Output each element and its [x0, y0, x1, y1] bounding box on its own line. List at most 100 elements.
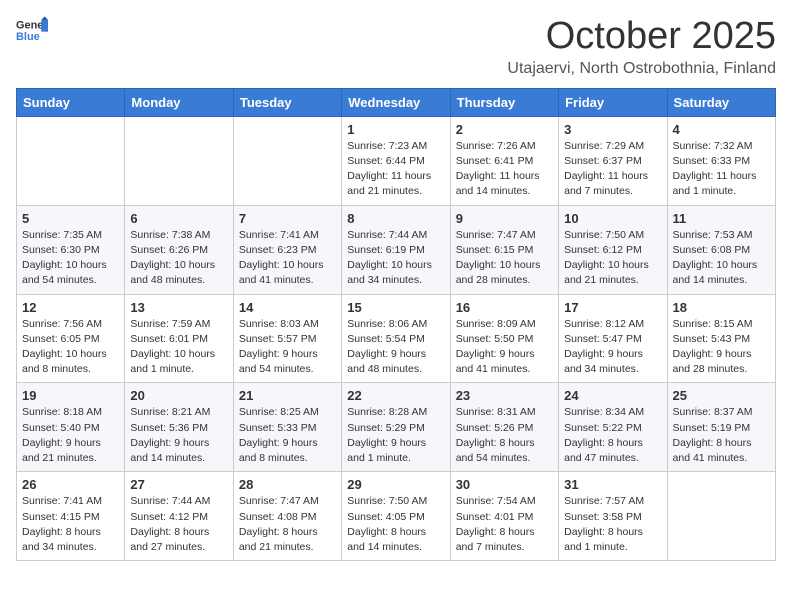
day-info: Sunrise: 7:53 AM Sunset: 6:08 PM Dayligh…: [673, 228, 770, 289]
calendar-day-14: 14 Sunrise: 8:03 AM Sunset: 5:57 PM Dayli…: [233, 294, 341, 383]
day-info: Sunrise: 7:35 AM Sunset: 6:30 PM Dayligh…: [22, 228, 119, 289]
day-info: Sunrise: 7:41 AM Sunset: 4:15 PM Dayligh…: [22, 494, 119, 555]
day-info: Sunrise: 7:26 AM Sunset: 6:41 PM Dayligh…: [456, 139, 553, 200]
calendar-week-row: 19 Sunrise: 8:18 AM Sunset: 5:40 PM Dayli…: [17, 383, 776, 472]
day-number: 25: [673, 388, 770, 403]
calendar-day-29: 29Sunrise: 7:50 AM Sunset: 4:05 PM Dayli…: [342, 472, 450, 561]
day-number: 6: [130, 211, 227, 226]
day-info: Sunrise: 7:32 AM Sunset: 6:33 PM Dayligh…: [673, 139, 770, 200]
day-number: 30: [456, 477, 553, 492]
day-info: Sunrise: 8:03 AM Sunset: 5:57 PM Dayligh…: [239, 317, 336, 378]
calendar-day-7: 7Sunrise: 7:41 AM Sunset: 6:23 PM Daylig…: [233, 205, 341, 294]
day-info: Sunrise: 8:21 AM Sunset: 5:36 PM Dayligh…: [130, 405, 227, 466]
day-info: Sunrise: 8:12 AM Sunset: 5:47 PM Dayligh…: [564, 317, 661, 378]
day-info: Sunrise: 7:57 AM Sunset: 3:58 PM Dayligh…: [564, 494, 661, 555]
location-title: Utajaervi, North Ostrobothnia, Finland: [507, 60, 776, 78]
day-number: 14: [239, 300, 336, 315]
page-header: General Blue October 2025 Utajaervi, Nor…: [16, 16, 776, 78]
day-number: 11: [673, 211, 770, 226]
day-number: 8: [347, 211, 444, 226]
day-info: Sunrise: 7:47 AM Sunset: 4:08 PM Dayligh…: [239, 494, 336, 555]
calendar-day-24: 24Sunrise: 8:34 AM Sunset: 5:22 PM Dayli…: [559, 383, 667, 472]
day-info: Sunrise: 7:38 AM Sunset: 6:26 PM Dayligh…: [130, 228, 227, 289]
calendar-day-18: 18 Sunrise: 8:15 AM Sunset: 5:43 PM Dayli…: [667, 294, 775, 383]
day-number: 27: [130, 477, 227, 492]
calendar-day-20: 20 Sunrise: 8:21 AM Sunset: 5:36 PM Dayli…: [125, 383, 233, 472]
day-number: 3: [564, 122, 661, 137]
day-number: 16: [456, 300, 553, 315]
day-info: Sunrise: 8:18 AM Sunset: 5:40 PM Dayligh…: [22, 405, 119, 466]
day-info: Sunrise: 7:59 AM Sunset: 6:01 PM Dayligh…: [130, 317, 227, 378]
day-info: Sunrise: 7:50 AM Sunset: 4:05 PM Dayligh…: [347, 494, 444, 555]
day-info: Sunrise: 8:28 AM Sunset: 5:29 PM Dayligh…: [347, 405, 444, 466]
day-number: 15: [347, 300, 444, 315]
calendar-day-1: 1 Sunrise: 7:23 AM Sunset: 6:44 PM Daylig…: [342, 116, 450, 205]
calendar-week-row: 1 Sunrise: 7:23 AM Sunset: 6:44 PM Daylig…: [17, 116, 776, 205]
calendar-day-19: 19 Sunrise: 8:18 AM Sunset: 5:40 PM Dayli…: [17, 383, 125, 472]
day-info: Sunrise: 8:34 AM Sunset: 5:22 PM Dayligh…: [564, 405, 661, 466]
day-number: 31: [564, 477, 661, 492]
day-number: 17: [564, 300, 661, 315]
weekday-header-row: SundayMondayTuesdayWednesdayThursdayFrid…: [17, 88, 776, 116]
day-info: Sunrise: 7:54 AM Sunset: 4:01 PM Dayligh…: [456, 494, 553, 555]
calendar-day-9: 9Sunrise: 7:47 AM Sunset: 6:15 PM Daylig…: [450, 205, 558, 294]
weekday-header-sunday: Sunday: [17, 88, 125, 116]
month-title: October 2025: [507, 16, 776, 58]
day-number: 2: [456, 122, 553, 137]
day-number: 20: [130, 388, 227, 403]
day-number: 28: [239, 477, 336, 492]
calendar-day-6: 6 Sunrise: 7:38 AM Sunset: 6:26 PM Daylig…: [125, 205, 233, 294]
weekday-header-thursday: Thursday: [450, 88, 558, 116]
logo-icon: General Blue: [16, 16, 48, 44]
weekday-header-saturday: Saturday: [667, 88, 775, 116]
calendar-day-8: 8 Sunrise: 7:44 AM Sunset: 6:19 PM Daylig…: [342, 205, 450, 294]
day-number: 4: [673, 122, 770, 137]
day-info: Sunrise: 8:37 AM Sunset: 5:19 PM Dayligh…: [673, 405, 770, 466]
calendar-day-31: 31 Sunrise: 7:57 AM Sunset: 3:58 PM Dayli…: [559, 472, 667, 561]
day-number: 7: [239, 211, 336, 226]
day-info: Sunrise: 7:23 AM Sunset: 6:44 PM Dayligh…: [347, 139, 444, 200]
calendar-empty-cell: [17, 116, 125, 205]
weekday-header-friday: Friday: [559, 88, 667, 116]
title-block: October 2025 Utajaervi, North Ostrobothn…: [507, 16, 776, 78]
calendar-day-3: 3 Sunrise: 7:29 AM Sunset: 6:37 PM Daylig…: [559, 116, 667, 205]
calendar-day-25: 25 Sunrise: 8:37 AM Sunset: 5:19 PM Dayli…: [667, 383, 775, 472]
day-info: Sunrise: 7:50 AM Sunset: 6:12 PM Dayligh…: [564, 228, 661, 289]
calendar-day-16: 16 Sunrise: 8:09 AM Sunset: 5:50 PM Dayli…: [450, 294, 558, 383]
calendar-empty-cell: [233, 116, 341, 205]
weekday-header-wednesday: Wednesday: [342, 88, 450, 116]
logo: General Blue: [16, 16, 48, 44]
calendar-day-2: 2 Sunrise: 7:26 AM Sunset: 6:41 PM Daylig…: [450, 116, 558, 205]
day-number: 1: [347, 122, 444, 137]
calendar-day-10: 10Sunrise: 7:50 AM Sunset: 6:12 PM Dayli…: [559, 205, 667, 294]
weekday-header-monday: Monday: [125, 88, 233, 116]
calendar-day-15: 15 Sunrise: 8:06 AM Sunset: 5:54 PM Dayli…: [342, 294, 450, 383]
calendar-day-22: 22 Sunrise: 8:28 AM Sunset: 5:29 PM Dayli…: [342, 383, 450, 472]
day-number: 23: [456, 388, 553, 403]
calendar-day-12: 12Sunrise: 7:56 AM Sunset: 6:05 PM Dayli…: [17, 294, 125, 383]
calendar-week-row: 5 Sunrise: 7:35 AM Sunset: 6:30 PM Daylig…: [17, 205, 776, 294]
day-info: Sunrise: 7:44 AM Sunset: 4:12 PM Dayligh…: [130, 494, 227, 555]
calendar-day-26: 26Sunrise: 7:41 AM Sunset: 4:15 PM Dayli…: [17, 472, 125, 561]
day-number: 19: [22, 388, 119, 403]
day-number: 18: [673, 300, 770, 315]
calendar-empty-cell: [667, 472, 775, 561]
calendar-day-13: 13Sunrise: 7:59 AM Sunset: 6:01 PM Dayli…: [125, 294, 233, 383]
day-info: Sunrise: 8:25 AM Sunset: 5:33 PM Dayligh…: [239, 405, 336, 466]
day-info: Sunrise: 8:09 AM Sunset: 5:50 PM Dayligh…: [456, 317, 553, 378]
day-number: 9: [456, 211, 553, 226]
calendar-day-17: 17 Sunrise: 8:12 AM Sunset: 5:47 PM Dayli…: [559, 294, 667, 383]
day-number: 12: [22, 300, 119, 315]
day-info: Sunrise: 7:44 AM Sunset: 6:19 PM Dayligh…: [347, 228, 444, 289]
day-info: Sunrise: 7:29 AM Sunset: 6:37 PM Dayligh…: [564, 139, 661, 200]
day-info: Sunrise: 8:06 AM Sunset: 5:54 PM Dayligh…: [347, 317, 444, 378]
day-info: Sunrise: 8:31 AM Sunset: 5:26 PM Dayligh…: [456, 405, 553, 466]
day-info: Sunrise: 8:15 AM Sunset: 5:43 PM Dayligh…: [673, 317, 770, 378]
calendar-empty-cell: [125, 116, 233, 205]
day-number: 22: [347, 388, 444, 403]
calendar-day-30: 30 Sunrise: 7:54 AM Sunset: 4:01 PM Dayli…: [450, 472, 558, 561]
calendar-day-5: 5 Sunrise: 7:35 AM Sunset: 6:30 PM Daylig…: [17, 205, 125, 294]
calendar-day-28: 28 Sunrise: 7:47 AM Sunset: 4:08 PM Dayli…: [233, 472, 341, 561]
weekday-header-tuesday: Tuesday: [233, 88, 341, 116]
day-number: 5: [22, 211, 119, 226]
